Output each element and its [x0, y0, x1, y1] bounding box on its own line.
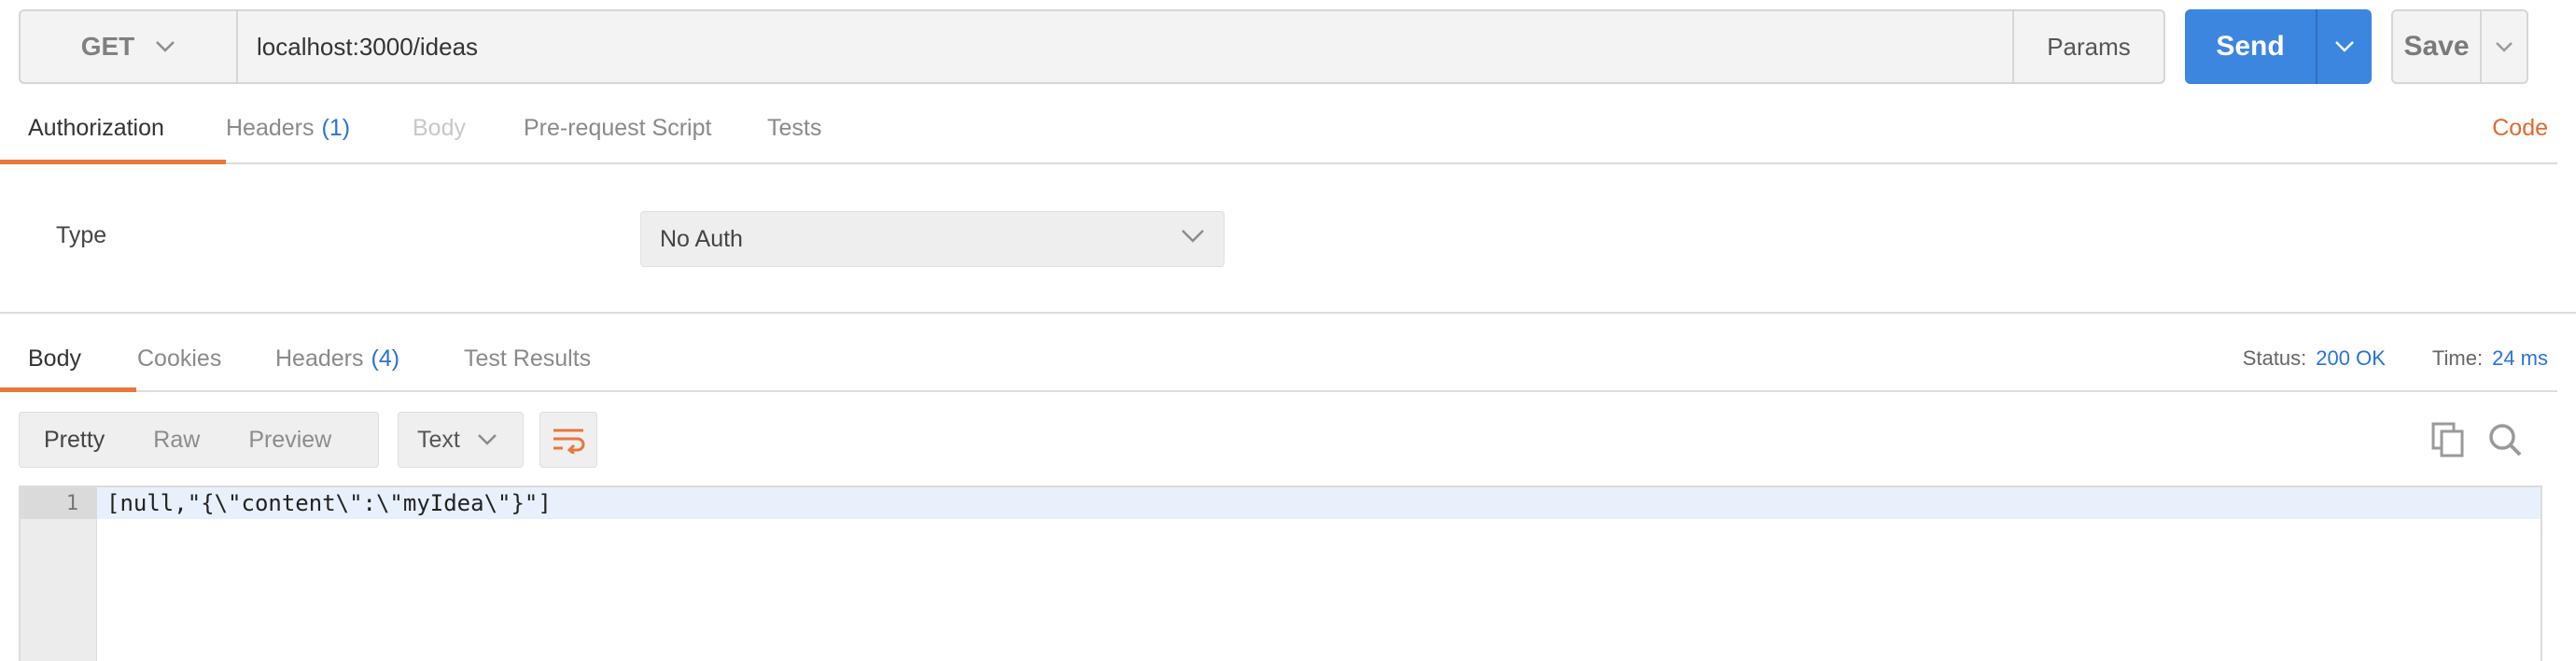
tab-label: Headers [275, 345, 364, 372]
tab-response-body[interactable]: Body [0, 327, 136, 392]
view-pretty-button[interactable]: Pretty [20, 413, 129, 467]
copy-icon[interactable] [2430, 421, 2466, 463]
status-label: Status: [2242, 346, 2307, 370]
tab-label: Headers [226, 114, 315, 141]
chevron-down-icon [156, 41, 175, 52]
response-body-viewer[interactable]: 1 [null,"{\"content\":\"myIdea\"}"] [19, 485, 2542, 661]
status-value[interactable]: 200 OK [2316, 346, 2386, 371]
method-dropdown[interactable]: GET [21, 11, 238, 82]
tab-count: (4) [371, 345, 400, 372]
format-value: Text [417, 426, 460, 453]
pane-divider [0, 312, 2576, 314]
active-tab-indicator [0, 160, 226, 164]
url-input[interactable]: localhost:3000/ideas [257, 11, 478, 82]
tab-label: Body [413, 114, 466, 141]
wrap-lines-button[interactable] [539, 412, 597, 468]
method-label: GET [80, 32, 135, 61]
response-meta: Status: 200 OK Time: 24 ms [2243, 327, 2548, 390]
code-line[interactable]: [null,"{\"content\":\"myIdea\"}"] [106, 487, 552, 519]
time-value[interactable]: 24 ms [2492, 346, 2548, 371]
tab-headers[interactable]: Headers (1) [226, 93, 350, 162]
chevron-down-icon [477, 434, 497, 445]
tab-authorization[interactable]: Authorization [0, 93, 226, 164]
chevron-down-icon [2335, 41, 2354, 52]
auth-type-label: Type [56, 222, 107, 248]
tab-label: Body [28, 345, 81, 372]
wrap-lines-icon [553, 429, 585, 454]
url-bar: GET localhost:3000/ideas Params [19, 9, 2165, 84]
save-options-button[interactable] [2480, 11, 2527, 82]
tab-label: Cookies [137, 345, 222, 372]
send-label: Send [2216, 31, 2285, 62]
send-button[interactable]: Send [2185, 9, 2372, 84]
tab-test-results[interactable]: Test Results [464, 327, 591, 390]
params-button[interactable]: Params [2012, 11, 2163, 82]
save-button[interactable]: Save [2391, 9, 2528, 84]
tab-pre-request-script[interactable]: Pre-request Script [524, 93, 711, 162]
response-tabs: Body Cookies Headers (4) Test Results St… [0, 327, 2557, 392]
line-number: 1 [65, 491, 78, 515]
tab-label: Test Results [464, 345, 592, 372]
auth-type-value: No Auth [660, 225, 743, 252]
send-options-button[interactable] [2316, 9, 2372, 84]
tab-cookies[interactable]: Cookies [137, 327, 221, 390]
tab-label: Pre-request Script [524, 114, 712, 141]
tab-tests[interactable]: Tests [767, 93, 821, 162]
auth-type-select[interactable]: No Auth [640, 211, 1225, 267]
chevron-down-icon [2496, 42, 2513, 52]
format-select[interactable]: Text [398, 412, 524, 468]
view-mode-group: Pretty Raw Preview [19, 412, 379, 468]
tab-label: Authorization [28, 114, 164, 141]
search-icon[interactable] [2486, 421, 2524, 463]
view-raw-button[interactable]: Raw [129, 413, 224, 467]
chevron-down-icon [1182, 230, 1204, 243]
tab-body[interactable]: Body [413, 93, 466, 162]
active-tab-indicator [0, 387, 136, 392]
request-tabs: Authorization Headers (1) Body Pre-reque… [0, 93, 2557, 164]
tab-response-headers[interactable]: Headers (4) [275, 327, 399, 390]
tab-count: (1) [321, 114, 351, 141]
code-link[interactable]: Code [2492, 93, 2548, 162]
tab-label: Tests [767, 114, 822, 141]
time-label: Time: [2431, 346, 2484, 370]
view-preview-button[interactable]: Preview [224, 413, 356, 467]
save-label: Save [2403, 31, 2470, 62]
